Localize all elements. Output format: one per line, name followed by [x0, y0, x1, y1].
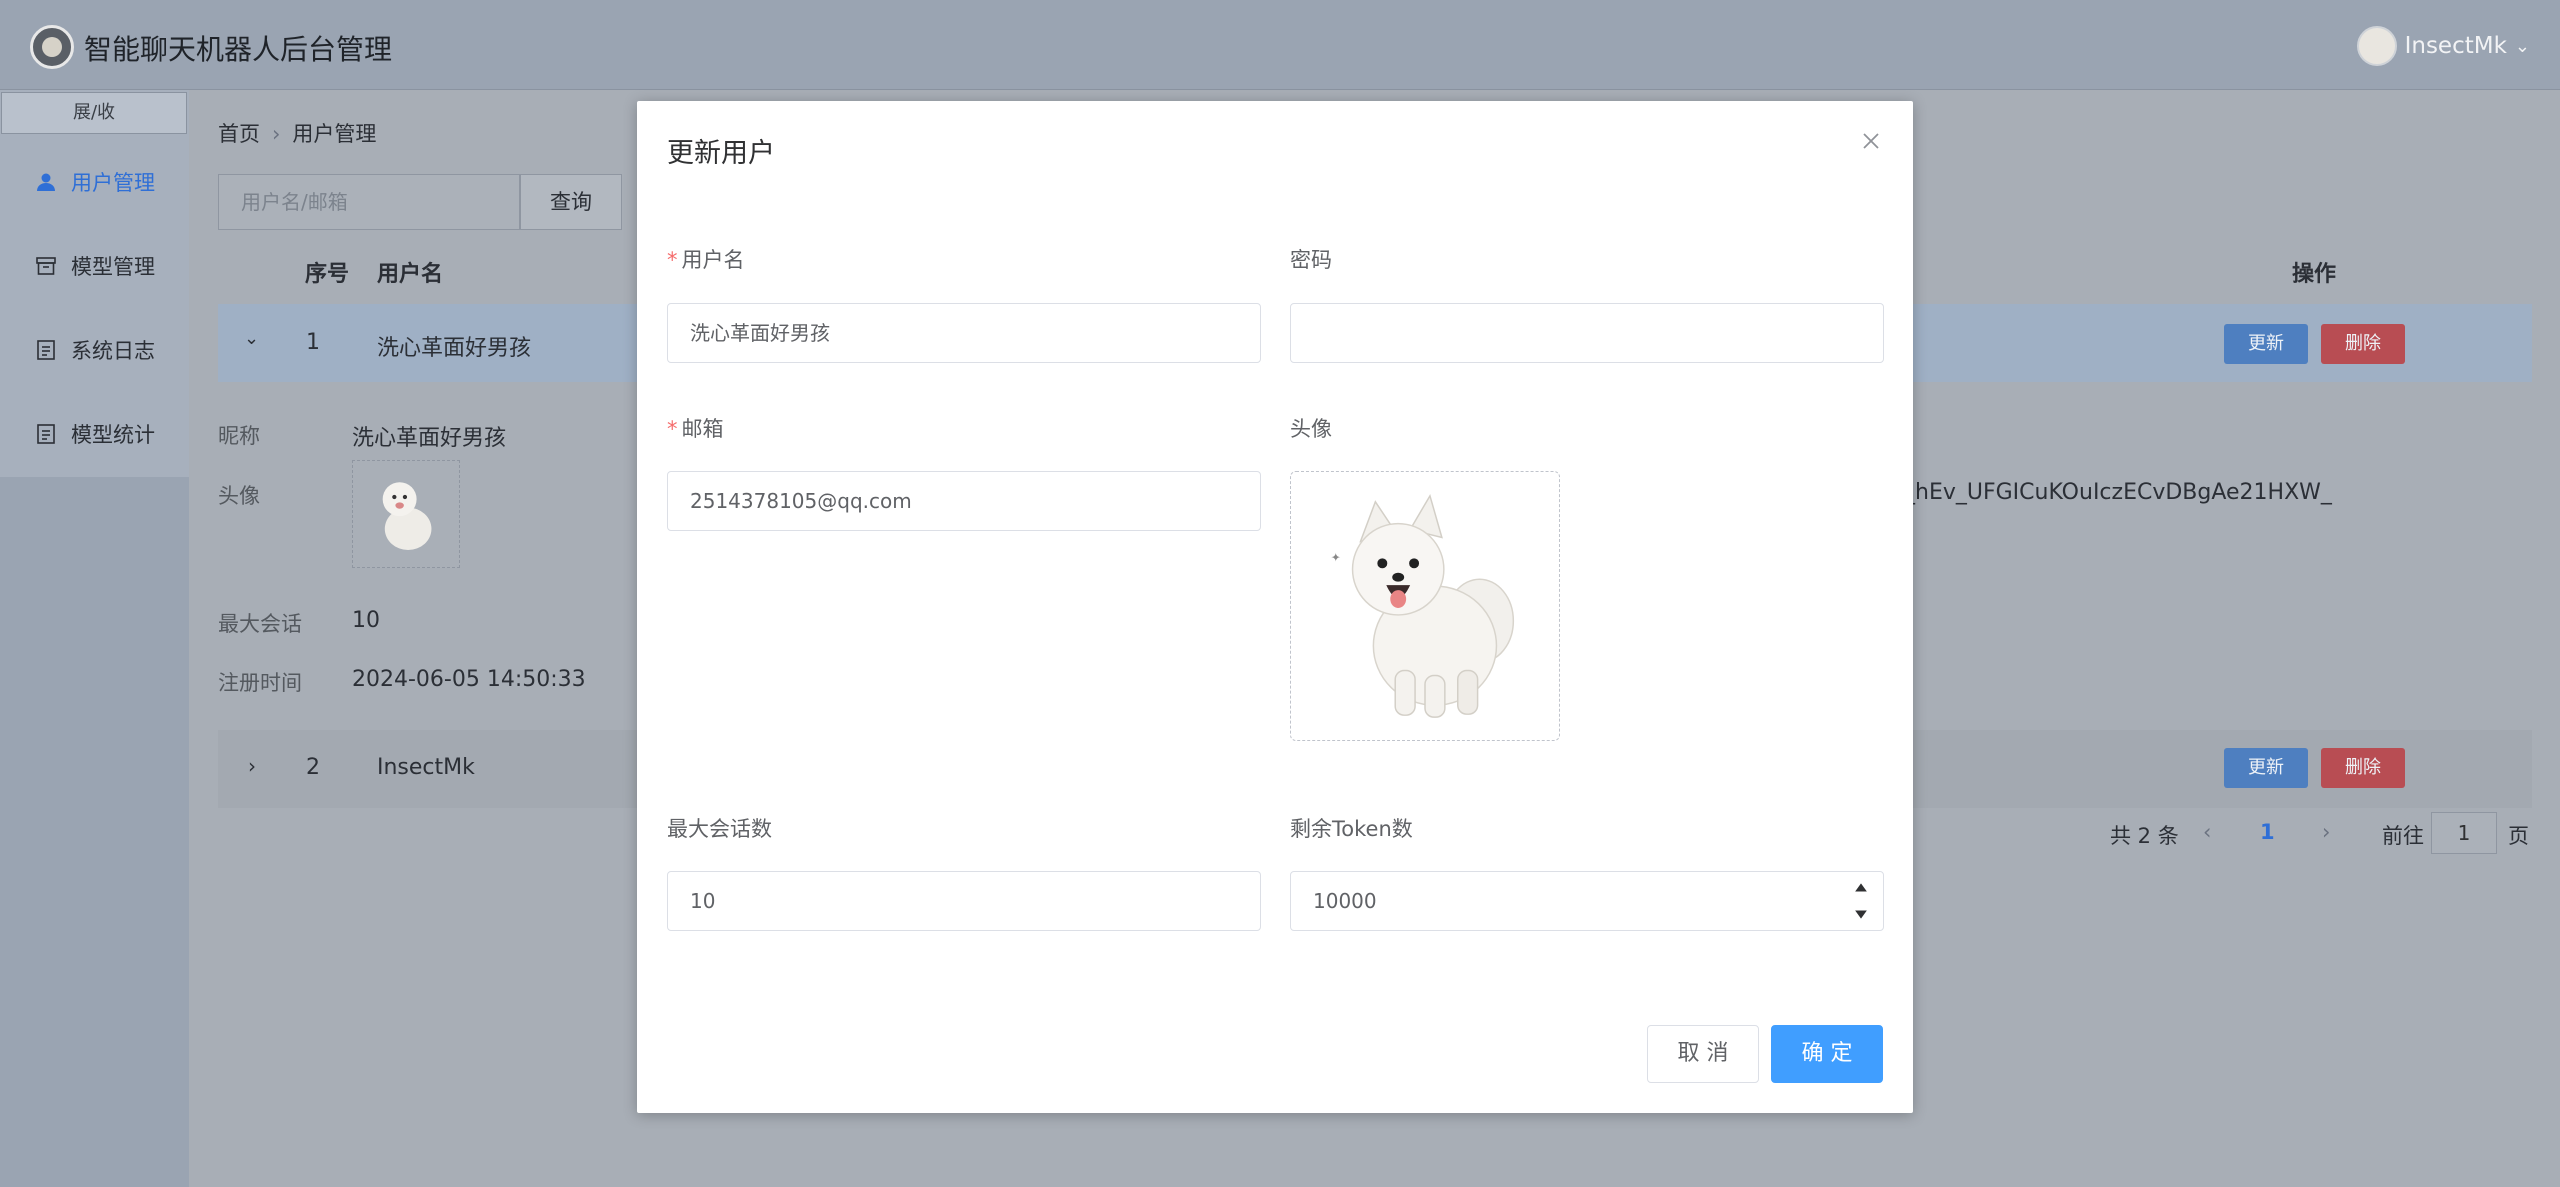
- max-session-label: 最大会话数: [667, 817, 772, 841]
- email-field[interactable]: 2514378105@qq.com: [667, 471, 1261, 531]
- password-field[interactable]: [1290, 303, 1884, 363]
- token-stepper[interactable]: 10000: [1290, 871, 1884, 931]
- email-label: * 邮箱: [667, 417, 724, 441]
- increment-icon[interactable]: [1851, 878, 1871, 898]
- decrement-icon[interactable]: [1851, 904, 1871, 924]
- password-label: 密码: [1290, 248, 1332, 272]
- max-session-field[interactable]: 10: [667, 871, 1261, 931]
- dog-avatar-image: ✦: [1331, 493, 1515, 718]
- token-value: 10000: [1313, 889, 1377, 913]
- confirm-button[interactable]: 确 定: [1771, 1025, 1883, 1083]
- close-icon[interactable]: [1859, 129, 1883, 153]
- username-label: * 用户名: [667, 248, 745, 272]
- token-label: 剩余Token数: [1290, 817, 1413, 841]
- svg-text:✦: ✦: [1331, 550, 1341, 564]
- avatar-label: 头像: [1290, 417, 1332, 441]
- dialog-title: 更新用户: [667, 138, 775, 169]
- cancel-button[interactable]: 取 消: [1647, 1025, 1759, 1083]
- update-user-dialog: 更新用户 * 用户名 洗心革面好男孩 密码 * 邮箱 2514378105@qq.c…: [637, 101, 1913, 1113]
- username-field[interactable]: 洗心革面好男孩: [667, 303, 1261, 363]
- avatar-upload[interactable]: ✦: [1290, 471, 1560, 741]
- stepper-controls: [1839, 872, 1883, 930]
